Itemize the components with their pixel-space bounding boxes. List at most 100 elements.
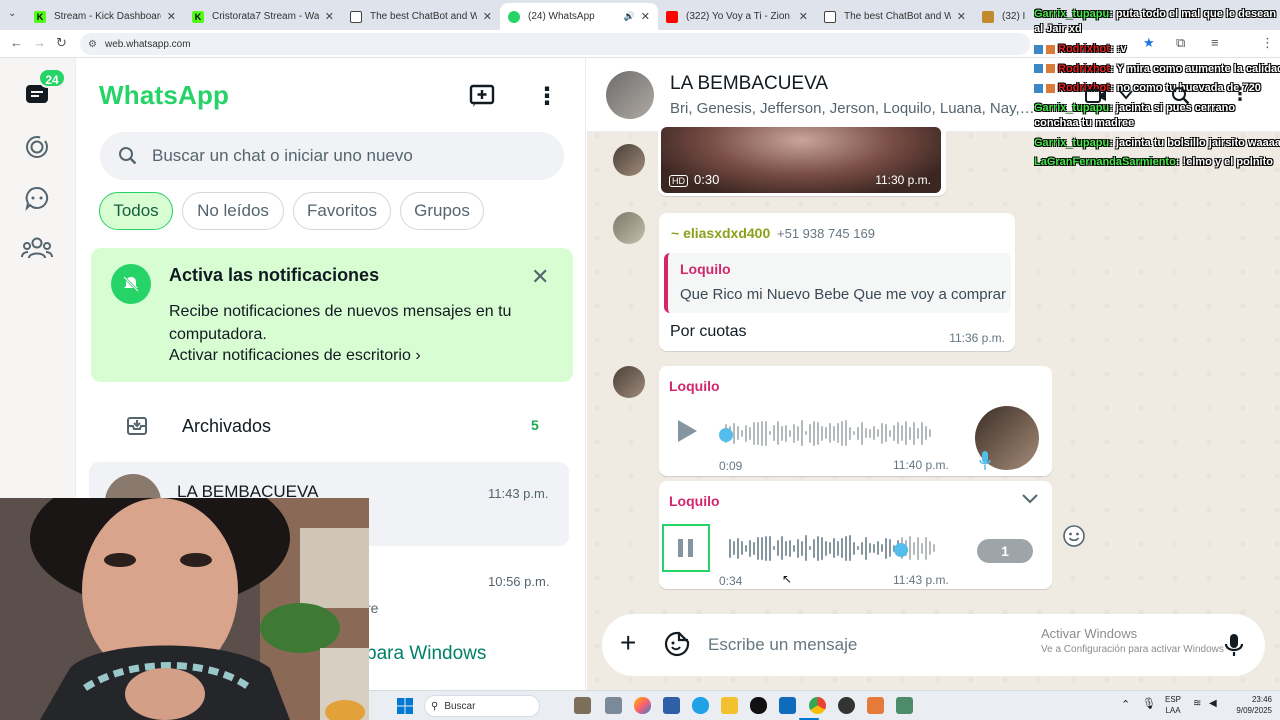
video-thumbnail[interactable]: HD 0:30 11:30 p.m. [661,127,941,193]
filter-chip-no-leidos[interactable]: No leídos [182,192,284,230]
store-icon[interactable] [663,697,680,714]
sender-avatar[interactable] [613,144,645,176]
sticker-icon[interactable] [664,631,690,657]
overlay-message: : Y mira como aumente la calidad [1109,62,1280,75]
voice-message[interactable]: Loquilo 0:34 11:43 p.m. 1 [659,481,1052,589]
quoted-message[interactable]: Loquilo Que Rico mi Nuevo Bebe Que me vo… [664,253,1011,313]
voice-progress-dot[interactable] [893,543,908,557]
react-emoji-icon[interactable] [1062,524,1086,548]
close-icon[interactable]: ✕ [641,10,650,23]
voice-record-mic-icon[interactable] [1224,632,1244,658]
edge-icon[interactable] [692,697,709,714]
close-icon[interactable]: ✕ [957,10,966,23]
address-bar[interactable]: ⚙ web.whatsapp.com [80,33,1030,55]
waveform-bar [789,539,791,557]
chevron-down-icon[interactable] [1119,90,1133,100]
volume-icon[interactable]: ◀ [1209,698,1217,709]
group-avatar[interactable] [606,71,654,119]
new-chat-button[interactable] [468,83,496,114]
filter-chip-favoritos[interactable]: Favoritos [293,192,391,230]
close-icon[interactable]: ✕ [325,10,334,23]
video-message[interactable]: HD 0:30 11:30 p.m. [658,124,946,196]
site-info-icon[interactable]: ⚙ [88,39,97,50]
browser-tab-whatsapp[interactable]: (24) WhatsApp 🔊 ✕ [500,3,658,30]
hd-badge: HD [669,175,688,187]
voice-progress-dot[interactable] [719,428,733,442]
browser-tab-youtube[interactable]: (322) Yo Voy a Ti - Zion y Lennox ✕ [658,3,816,30]
waveform-bar [869,428,871,438]
activate-windows-watermark: Activar Windows Ve a Configuración para … [1041,626,1224,655]
browser-tab-inbox[interactable]: (32) Inbox [974,3,1034,30]
sender-avatar[interactable] [613,212,645,244]
reload-icon[interactable]: ↻ [56,35,67,51]
back-arrow-icon[interactable]: ← [10,35,23,50]
message-sender[interactable]: ~ eliasxdxd400 [671,225,770,241]
speaker-icon[interactable]: 🔊 [624,11,635,22]
obs-icon[interactable] [838,697,855,714]
app-icon[interactable] [867,697,884,714]
rail-channels-button[interactable] [20,181,54,215]
waveform-bar [737,426,739,440]
widgets-icon[interactable] [605,697,622,714]
tab-title: The best ChatBot and Widgets [844,11,951,22]
pause-button[interactable] [662,524,710,572]
overlay-message: : :v [1109,43,1127,55]
attach-plus-icon[interactable]: + [620,628,636,658]
waveform-bar [873,543,875,553]
waveform-bar [745,544,747,552]
sender-avatar[interactable] [613,366,645,398]
message-sender[interactable]: Loquilo [669,493,720,509]
browser-tab-chatbot-2[interactable]: The best ChatBot and Widgets ✕ [816,3,974,30]
reply-message[interactable]: ~ eliasxdxd400 +51 938 745 169 Loquilo Q… [659,213,1015,351]
taskbar-clock[interactable]: 23:46 9/09/2025 [1226,694,1272,716]
chrome-icon[interactable] [809,697,826,714]
tray-mic-icon[interactable]: 🎙 [1142,697,1156,710]
waveform-bar [793,544,795,552]
close-icon[interactable]: ✕ [483,10,492,23]
calculator-icon[interactable] [896,697,913,714]
tiktok-icon[interactable] [750,697,767,714]
menu-icon[interactable]: ⋮ [535,82,559,111]
search-icon[interactable] [1171,86,1191,106]
video-call-icon[interactable] [1085,88,1107,104]
copilot-icon[interactable] [634,697,651,714]
close-icon[interactable]: ✕ [799,10,808,23]
activate-windows-subtitle: Ve a Configuración para activar Windows [1041,644,1224,655]
tray-chevron-up-icon[interactable]: ⌃ [1121,698,1130,711]
input-language[interactable]: ESP LAA [1165,694,1181,716]
browser-tab-kick-dashboard[interactable]: K Stream - Kick Dashboard ✕ [26,3,184,30]
play-icon[interactable] [675,418,699,444]
tab-search-chevron-icon[interactable]: ⌄ [8,8,16,19]
message-sender[interactable]: Loquilo [669,378,720,394]
browser-tab-chatbot[interactable]: The best ChatBot and Widgets ✕ [342,3,500,30]
archived-row[interactable]: Archivados 5 [76,403,585,449]
voice-waveform[interactable] [725,418,933,448]
sub-badge-icon [1046,64,1055,74]
voice-message[interactable]: Loquilo 0:09 11:40 p.m. [659,366,1052,476]
close-icon[interactable]: ✕ [167,10,176,23]
waveform-bar [825,540,827,556]
filter-chip-grupos[interactable]: Grupos [400,192,484,230]
wifi-icon[interactable]: ≋ [1193,698,1201,709]
taskbar-search[interactable]: ⚲ Buscar [424,695,540,717]
windows-start-icon[interactable] [397,698,413,714]
taskview-icon[interactable] [574,697,591,714]
rail-status-button[interactable] [20,130,54,164]
chevron-down-icon[interactable] [1021,493,1039,505]
video-duration: HD 0:30 [669,172,719,187]
forward-arrow-icon[interactable]: → [33,35,46,50]
browser-tab-kick-stream[interactable]: K Cristorata7 Stream - Watch Live ✕ [184,3,342,30]
waveform-bar [917,427,919,439]
overlay-chat-line: Rodrixhot: :v [1034,40,1280,60]
file-explorer-icon[interactable] [721,697,738,714]
download-windows-link[interactable]: para Windows [366,643,486,665]
close-notification-icon[interactable]: ✕ [531,264,549,290]
search-input[interactable]: Buscar un chat o iniciar uno nuevo [100,132,564,180]
waveform-bar [853,431,855,435]
message-input[interactable]: Escribe un mensaje [708,635,857,655]
rail-communities-button[interactable] [20,231,54,265]
enable-notifications-link[interactable]: Activar notificaciones de escritorio › [169,347,421,365]
filter-chip-todos[interactable]: Todos [99,192,173,230]
playback-speed-button[interactable]: 1 [977,539,1033,563]
chat-menu-icon[interactable]: ⋮ [1231,84,1249,105]
